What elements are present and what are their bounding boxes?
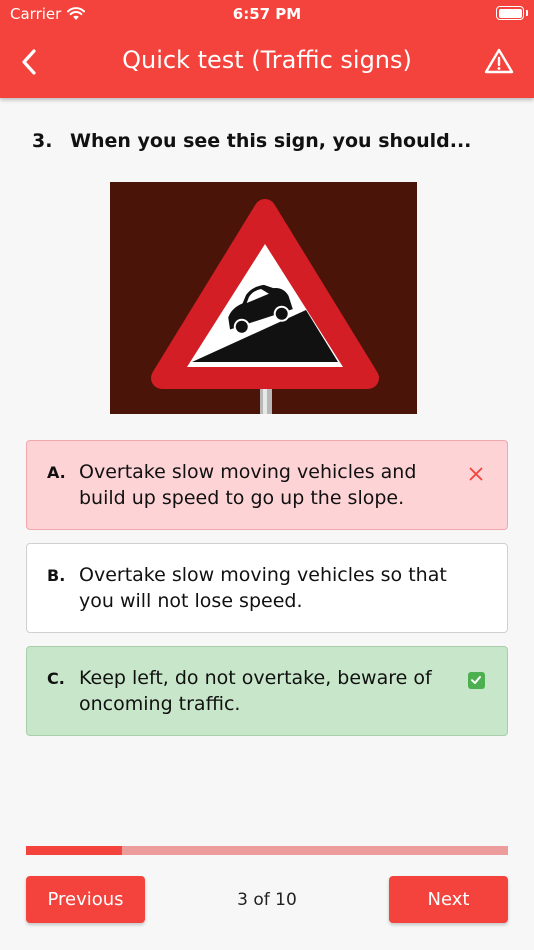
warning-triangle-icon xyxy=(484,48,514,74)
answer-option-a[interactable]: A. Overtake slow moving vehicles and bui… xyxy=(26,440,508,530)
question-number: 3. xyxy=(32,130,53,152)
option-text: Overtake slow moving vehicles and build … xyxy=(79,461,417,509)
battery-cap xyxy=(526,10,528,16)
next-button[interactable]: Next xyxy=(389,876,508,923)
status-time: 6:57 PM xyxy=(232,5,302,23)
report-button[interactable] xyxy=(484,46,514,76)
quiz-progress-bar xyxy=(26,846,508,855)
question-text: 3. When you see this sign, you should... xyxy=(32,130,471,152)
battery-icon xyxy=(496,6,524,20)
checkbox-checked-icon xyxy=(467,671,485,689)
battery-fill xyxy=(498,8,522,18)
option-letter: B. xyxy=(47,566,66,585)
status-bar: Carrier 6:57 PM xyxy=(0,0,534,28)
app-header: Carrier 6:57 PM Quick test (Traffic sign… xyxy=(0,0,534,98)
back-button[interactable] xyxy=(12,44,46,80)
traffic-sign-image xyxy=(110,182,417,414)
answer-option-b[interactable]: B. Overtake slow moving vehicles so that… xyxy=(26,543,508,633)
answer-option-c[interactable]: C. Keep left, do not overtake, beware of… xyxy=(26,646,508,736)
option-text: Overtake slow moving vehicles so that yo… xyxy=(79,564,447,612)
close-icon xyxy=(467,465,485,483)
option-letter: A. xyxy=(47,463,66,482)
steep-ascent-sign-icon xyxy=(110,182,417,414)
option-text: Keep left, do not overtake, beware of on… xyxy=(79,667,432,715)
question-prompt: When you see this sign, you should... xyxy=(70,130,472,152)
chevron-left-icon xyxy=(22,49,36,75)
option-letter: C. xyxy=(47,669,65,688)
page-title: Quick test (Traffic signs) xyxy=(122,46,412,74)
quiz-progress-fill xyxy=(26,846,123,855)
